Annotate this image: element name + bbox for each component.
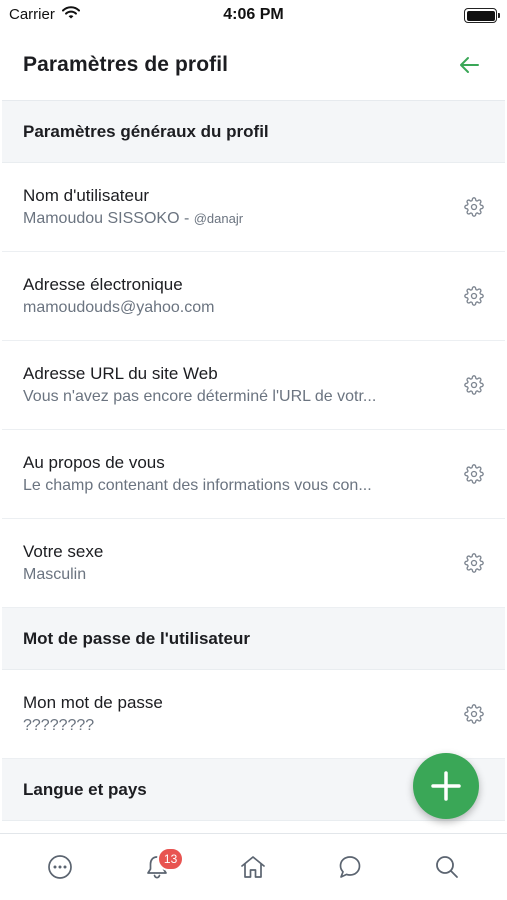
row-label: Adresse électronique bbox=[23, 274, 183, 294]
more-icon bbox=[48, 855, 73, 879]
page-header: Paramètres de profil bbox=[2, 30, 505, 101]
setting-row-about[interactable]: Au propos de vous Le champ contenant des… bbox=[2, 430, 505, 519]
section-title: Mot de passe de l'utilisateur bbox=[23, 628, 250, 648]
section-header-general: Paramètres généraux du profil bbox=[2, 101, 505, 163]
status-bar: Carrier 4:06 PM bbox=[0, 0, 507, 30]
setting-row-password[interactable]: Mon mot de passe ???????? bbox=[2, 670, 505, 759]
tab-messages[interactable] bbox=[326, 843, 374, 891]
setting-row-email[interactable]: Adresse électronique mamoudouds@yahoo.co… bbox=[2, 252, 505, 341]
section-title: Paramètres généraux du profil bbox=[23, 121, 269, 141]
tab-more[interactable] bbox=[36, 843, 84, 891]
tab-search[interactable] bbox=[423, 843, 471, 891]
row-label: Au propos de vous bbox=[23, 452, 165, 472]
tab-notifications[interactable]: 13 bbox=[133, 843, 185, 891]
search-icon bbox=[435, 856, 458, 878]
tab-home[interactable] bbox=[229, 843, 277, 891]
tab-bar: 13 bbox=[0, 833, 507, 900]
gear-icon[interactable] bbox=[463, 196, 485, 218]
row-value: Mamoudou SISSOKO - @danajr bbox=[23, 208, 439, 230]
row-value: Le champ contenant des informations vous… bbox=[23, 476, 372, 494]
battery-icon bbox=[464, 8, 500, 23]
chat-icon bbox=[339, 856, 361, 878]
section-title: Langue et pays bbox=[23, 779, 147, 799]
page-title: Paramètres de profil bbox=[23, 53, 229, 76]
screen-content: Paramètres de profil Paramètres généraux… bbox=[2, 30, 505, 833]
notification-badge: 13 bbox=[156, 847, 185, 871]
row-label: Votre sexe bbox=[23, 541, 104, 561]
row-label: Nom d'utilisateur bbox=[23, 185, 150, 205]
gear-icon[interactable] bbox=[463, 703, 485, 725]
row-value: ???????? bbox=[23, 716, 95, 734]
row-value: Masculin bbox=[23, 565, 87, 583]
section-header-password: Mot de passe de l'utilisateur bbox=[2, 608, 505, 670]
back-button[interactable] bbox=[455, 51, 483, 79]
gear-icon[interactable] bbox=[463, 463, 485, 485]
status-time: 4:06 PM bbox=[223, 6, 284, 23]
gear-icon[interactable] bbox=[463, 374, 485, 396]
username-value: Mamoudou SISSOKO - bbox=[23, 209, 194, 227]
home-icon bbox=[241, 856, 266, 878]
setting-row-website[interactable]: Adresse URL du site Web Vous n'avez pas … bbox=[2, 341, 505, 430]
row-label: Adresse URL du site Web bbox=[23, 363, 218, 383]
row-value: Vous n'avez pas encore déterminé l'URL d… bbox=[23, 387, 377, 405]
add-button[interactable] bbox=[413, 753, 479, 819]
setting-row-username[interactable]: Nom d'utilisateur Mamoudou SISSOKO - @da… bbox=[2, 163, 505, 252]
setting-row-gender[interactable]: Votre sexe Masculin bbox=[2, 519, 505, 608]
row-label: Mon mot de passe bbox=[23, 692, 163, 712]
gear-icon[interactable] bbox=[463, 285, 485, 307]
setting-row-partial[interactable] bbox=[2, 821, 505, 833]
username-handle: @danajr bbox=[193, 210, 244, 226]
plus-icon bbox=[431, 771, 461, 801]
arrow-left-icon bbox=[460, 57, 479, 73]
gear-icon[interactable] bbox=[463, 552, 485, 574]
row-value: mamoudouds@yahoo.com bbox=[23, 298, 215, 316]
